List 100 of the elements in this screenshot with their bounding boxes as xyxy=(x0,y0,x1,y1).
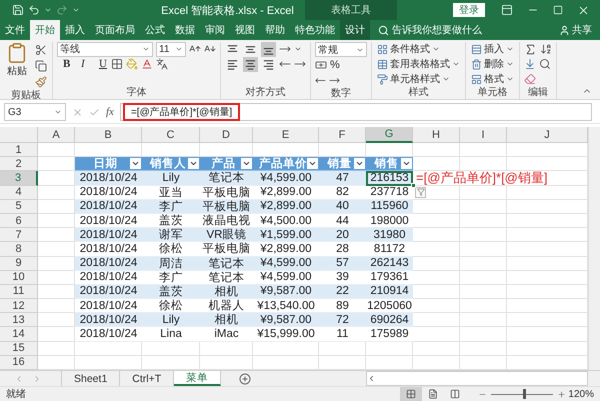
font-name-dropdown[interactable]: 等线 xyxy=(57,42,153,56)
column-header[interactable]: F xyxy=(319,127,366,143)
empty-cell[interactable] xyxy=(460,284,507,300)
name-box[interactable]: G3 xyxy=(4,103,66,121)
sigma-icon[interactable] xyxy=(524,42,537,56)
column-header[interactable]: B xyxy=(75,127,142,143)
copy-button[interactable] xyxy=(33,58,48,73)
sort-icon[interactable] xyxy=(540,43,552,55)
empty-cell[interactable] xyxy=(319,342,366,356)
column-header[interactable]: D xyxy=(200,127,253,143)
row-header[interactable]: 5 xyxy=(0,200,38,214)
ribbon-menu-button[interactable]: 格式 xyxy=(470,72,515,86)
ribbon-tab[interactable]: 特色功能 xyxy=(290,20,340,40)
column-header[interactable]: I xyxy=(460,127,507,143)
ribbon-tab[interactable]: 页面布局 xyxy=(90,20,140,40)
row-header[interactable]: 15 xyxy=(0,342,38,356)
filter-dropdown-button[interactable] xyxy=(188,158,199,170)
filter-dropdown-button[interactable] xyxy=(354,158,365,170)
ribbon-menu-button[interactable]: 单元格样式 xyxy=(376,72,461,86)
row-header[interactable]: 4 xyxy=(0,186,38,200)
ribbon-tab[interactable]: 公式 xyxy=(140,20,170,40)
row-header[interactable]: 8 xyxy=(0,242,38,256)
cut-button[interactable] xyxy=(33,42,48,57)
horizontal-scrollbar[interactable] xyxy=(366,371,588,386)
ribbon-menu-button[interactable]: 插入 xyxy=(470,42,515,56)
row-header[interactable]: 9 xyxy=(0,256,38,271)
row-header[interactable]: 16 xyxy=(0,356,38,370)
search-icon[interactable] xyxy=(539,58,551,70)
fill-handle[interactable] xyxy=(411,182,416,188)
paste-button[interactable]: 粘贴 xyxy=(4,42,30,89)
empty-cell[interactable] xyxy=(460,143,507,158)
number-format-dropdown[interactable]: 常规 xyxy=(315,42,367,57)
row-header[interactable]: 10 xyxy=(0,270,38,285)
empty-cell[interactable] xyxy=(142,342,200,356)
row-header[interactable]: 1 xyxy=(0,143,38,158)
currency-icon[interactable] xyxy=(315,59,327,71)
column-header[interactable]: H xyxy=(413,127,460,143)
phonetic-icon[interactable] xyxy=(156,58,168,70)
empty-cell[interactable] xyxy=(460,242,507,256)
ribbon-menu-button[interactable]: 条件格式 xyxy=(376,42,461,56)
ribbon-tab[interactable]: 插入 xyxy=(60,20,90,40)
alignment-button[interactable] xyxy=(261,42,276,56)
save-icon[interactable] xyxy=(12,4,24,16)
sign-in-button[interactable]: 登录 xyxy=(453,3,485,17)
chevron-down-icon[interactable] xyxy=(44,6,52,14)
enter-icon[interactable] xyxy=(89,106,100,118)
vertical-scrollbar[interactable] xyxy=(588,127,600,370)
paste-options-button[interactable] xyxy=(415,186,426,198)
add-sheet-button[interactable] xyxy=(239,371,252,386)
empty-cell[interactable] xyxy=(460,228,507,242)
share-button[interactable]: 共享 xyxy=(557,20,594,40)
empty-cell[interactable] xyxy=(460,313,507,328)
ribbon-tab[interactable]: 审阅 xyxy=(200,20,230,40)
alignment-button[interactable] xyxy=(243,56,258,72)
empty-cell[interactable] xyxy=(75,342,142,356)
filter-dropdown-button[interactable] xyxy=(241,158,252,170)
ribbon-tab[interactable]: 帮助 xyxy=(260,20,290,40)
row-header[interactable]: 11 xyxy=(0,284,38,300)
row-header[interactable]: 12 xyxy=(0,299,38,314)
empty-cell[interactable] xyxy=(460,327,507,342)
empty-cell[interactable] xyxy=(413,342,460,356)
format-button[interactable]: I xyxy=(75,56,90,72)
ribbon-display-icon[interactable] xyxy=(501,4,513,16)
column-header[interactable]: G xyxy=(366,127,413,143)
chevron-down-icon[interactable] xyxy=(72,6,80,14)
empty-cell[interactable] xyxy=(413,143,460,158)
tell-me-search[interactable]: 告诉我你想要做什么 xyxy=(370,20,482,40)
chevron-down-icon[interactable] xyxy=(294,45,302,53)
formula-field[interactable]: =[@产品单价]*[@销量] xyxy=(120,103,592,121)
format-button[interactable]: U xyxy=(93,56,108,72)
row-header[interactable]: 14 xyxy=(0,327,38,342)
empty-cell[interactable] xyxy=(460,299,507,314)
borders-icon[interactable] xyxy=(111,58,123,70)
empty-cell[interactable] xyxy=(460,342,507,356)
filter-dropdown-button[interactable] xyxy=(130,158,141,170)
zoom-in-icon[interactable] xyxy=(557,390,566,398)
ribbon-menu-button[interactable]: 删除 xyxy=(470,57,515,71)
cancel-icon[interactable] xyxy=(72,106,83,118)
filter-dropdown-button[interactable] xyxy=(307,158,318,170)
column-header[interactable]: E xyxy=(253,127,319,143)
view-button[interactable] xyxy=(400,386,422,401)
column-header[interactable]: C xyxy=(142,127,200,143)
empty-cell[interactable] xyxy=(460,270,507,285)
ribbon-tab[interactable]: 文件 xyxy=(0,20,30,40)
undo-icon[interactable] xyxy=(28,4,40,16)
zoom-slider-thumb[interactable] xyxy=(522,389,526,399)
row-header[interactable]: 3 xyxy=(0,171,38,186)
empty-cell[interactable] xyxy=(460,256,507,271)
ribbon-tab[interactable]: 视图 xyxy=(230,20,260,40)
empty-cell[interactable] xyxy=(200,342,253,356)
select-all-corner[interactable] xyxy=(0,127,38,143)
ribbon-menu-button[interactable]: 套用表格格式 xyxy=(376,57,461,71)
row-header[interactable]: 2 xyxy=(0,157,38,172)
empty-cell[interactable] xyxy=(460,214,507,228)
ribbon-tab[interactable]: 开始 xyxy=(30,20,60,40)
row-header[interactable]: 6 xyxy=(0,214,38,228)
format-painter-button[interactable] xyxy=(33,74,48,89)
ribbon-tab[interactable]: 数据 xyxy=(170,20,200,40)
ribbon-tab[interactable]: 设计 xyxy=(340,20,370,40)
percent-style-button[interactable]: % xyxy=(330,59,340,71)
